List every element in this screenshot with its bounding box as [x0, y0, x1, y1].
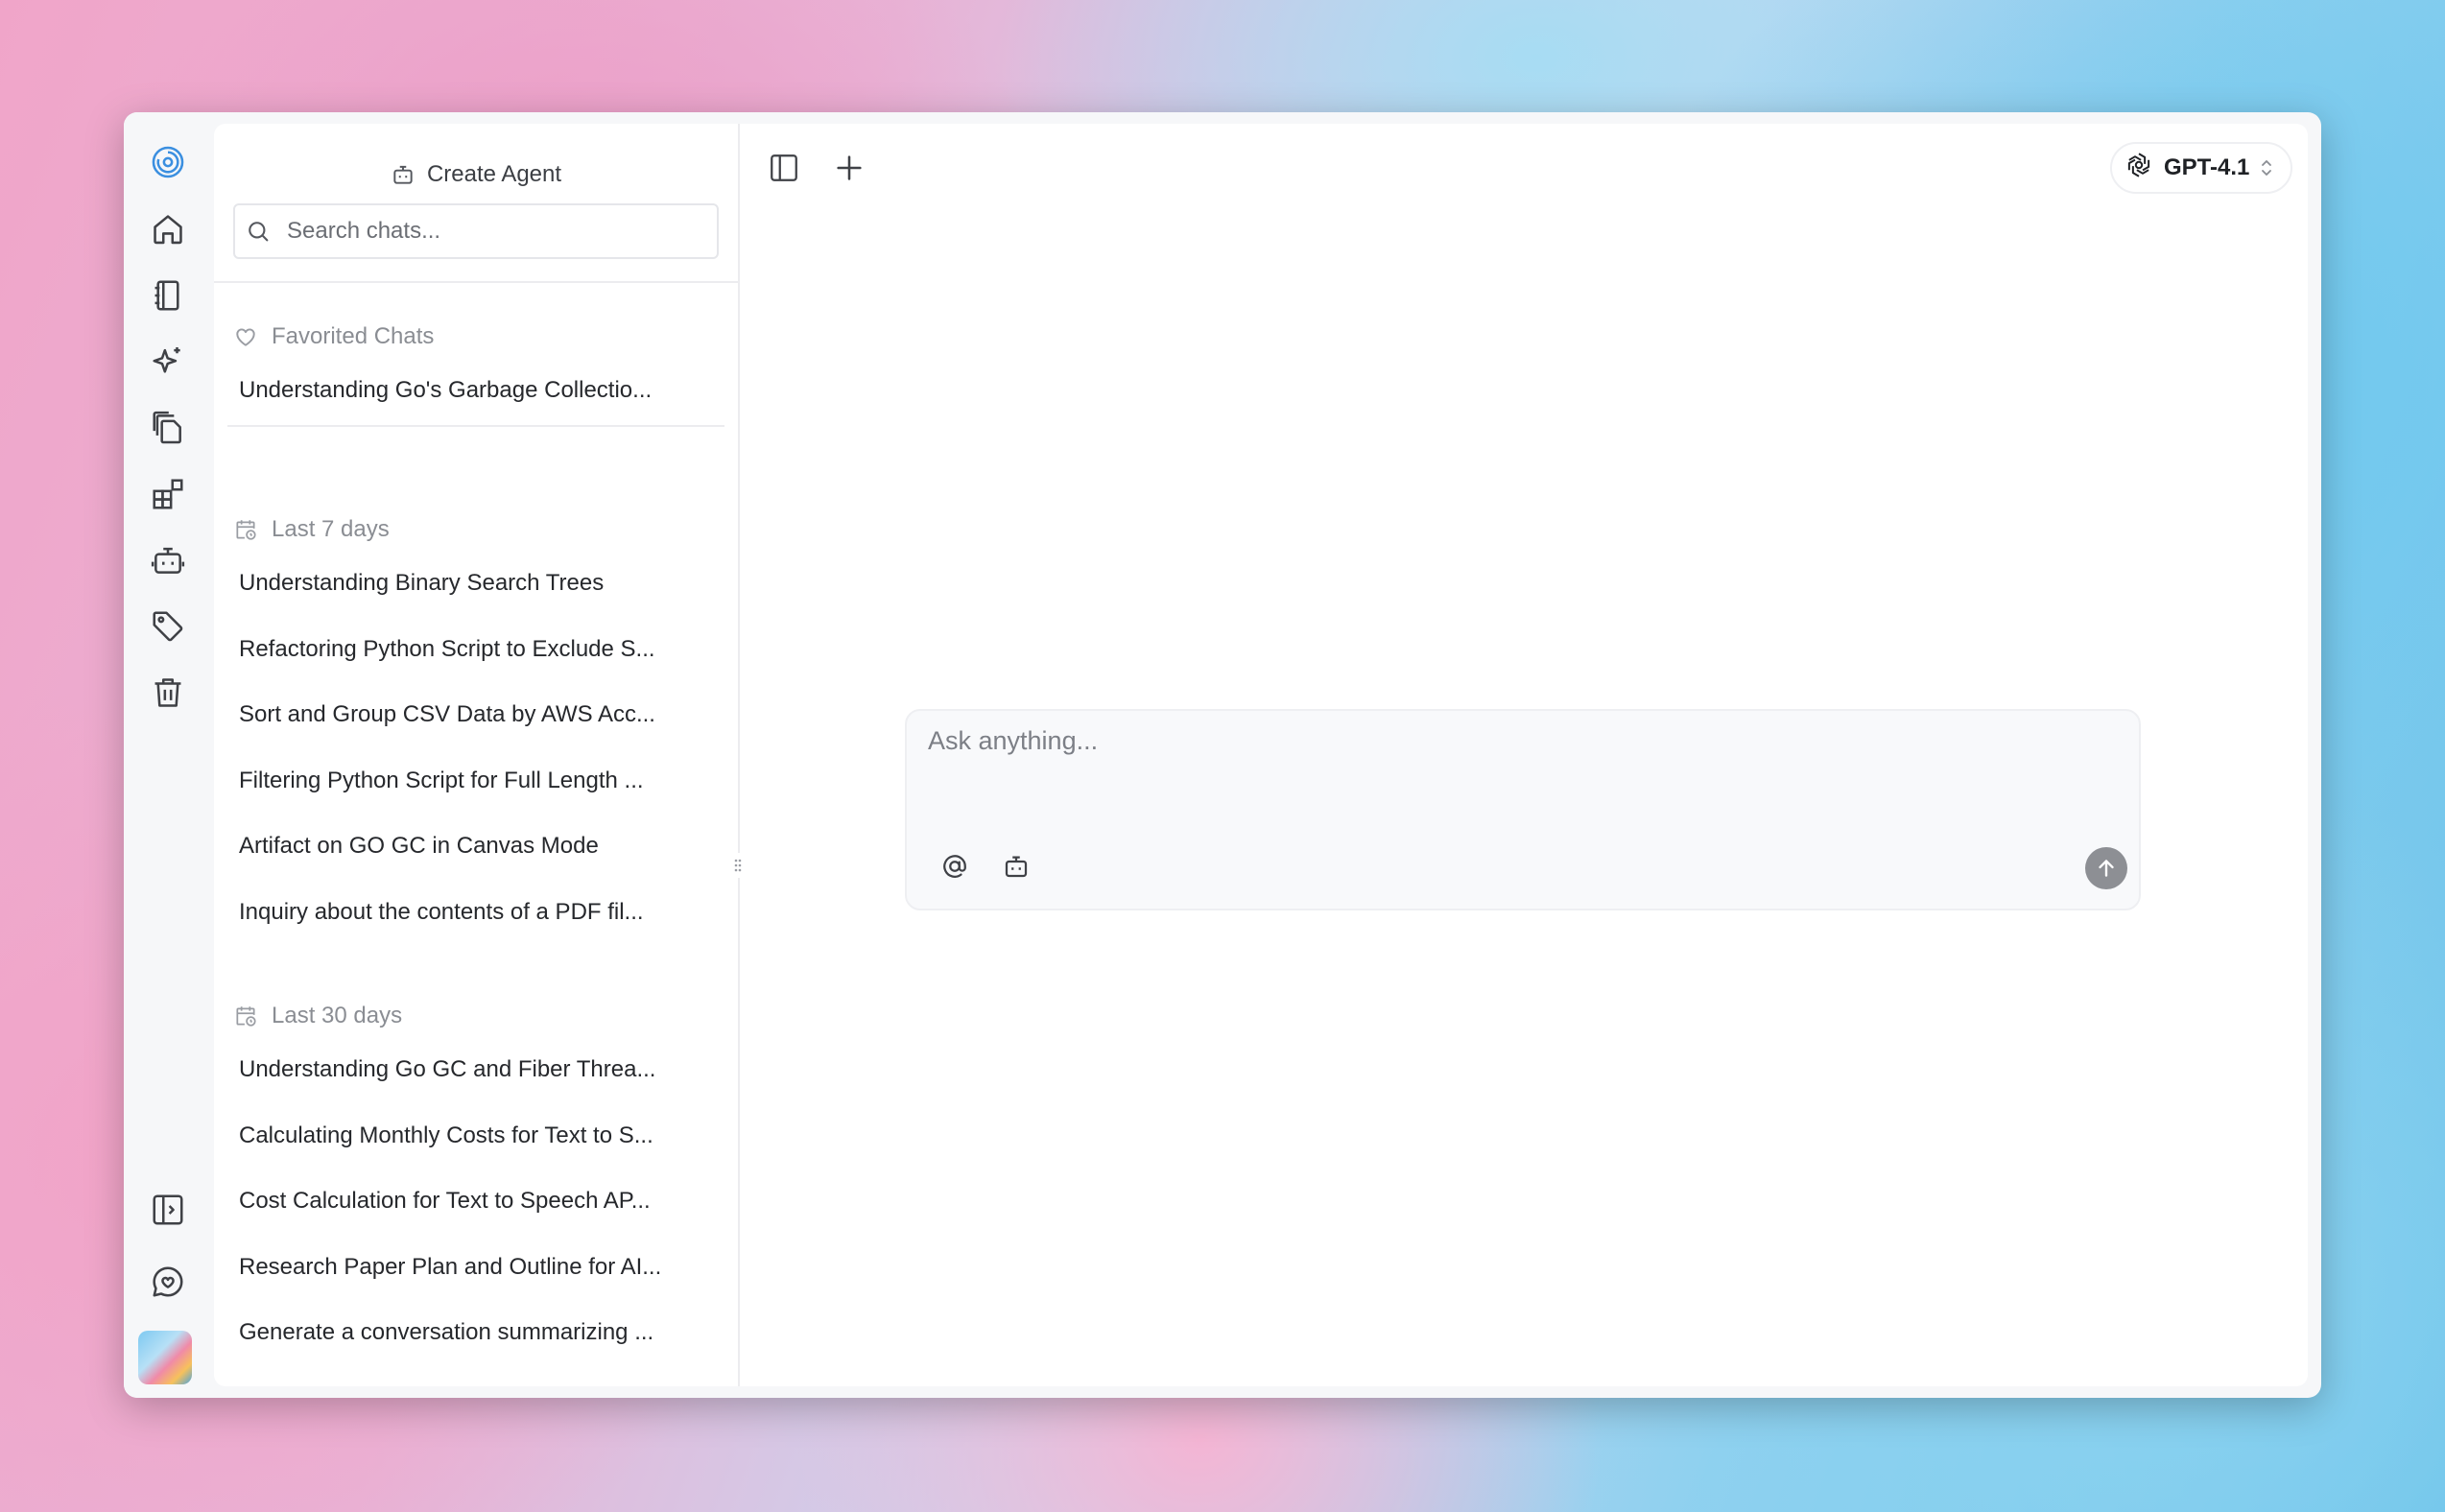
- app-window: Create Agent Favorited Chats Understandi…: [124, 112, 2321, 1398]
- app-logo-icon[interactable]: [143, 137, 193, 187]
- chat-main: GPT-4.1: [740, 124, 2308, 1386]
- chat-item[interactable]: Filtering Python Script for Full Length …: [239, 758, 719, 804]
- mention-button[interactable]: [934, 845, 976, 887]
- favorited-chats-header: Favorited Chats: [233, 318, 434, 356]
- search-icon: [249, 222, 269, 242]
- favorited-chat-item[interactable]: Understanding Go's Garbage Collectio...: [239, 367, 719, 413]
- at-sign-icon: [943, 855, 966, 878]
- home-icon[interactable]: [143, 204, 193, 254]
- chat-item[interactable]: Artifact on GO GC in Canvas Mode: [239, 823, 719, 869]
- apps-icon[interactable]: [143, 469, 193, 519]
- chat-item[interactable]: Sort and Group CSV Data by AWS Acc...: [239, 692, 719, 738]
- search-input[interactable]: [285, 217, 692, 246]
- chat-item[interactable]: Refactoring Python Script to Exclude S..…: [239, 626, 719, 673]
- sidebar-toggle-icon: [771, 154, 797, 181]
- model-name: GPT-4.1: [2164, 154, 2250, 180]
- favorites-divider: [227, 425, 724, 427]
- create-agent-button[interactable]: Create Agent: [214, 153, 738, 197]
- new-chat-button[interactable]: [828, 147, 870, 189]
- chat-item[interactable]: Generate a conversation summarizing ...: [239, 1310, 719, 1356]
- sidebar-divider: [214, 281, 738, 283]
- icon-rail: [124, 112, 214, 1398]
- create-agent-label: Create Agent: [426, 161, 562, 187]
- message-input[interactable]: [926, 724, 2120, 815]
- chat-item[interactable]: Understanding Binary Search Trees: [239, 560, 719, 606]
- message-composer: [905, 709, 2141, 910]
- arrow-up-icon: [2099, 860, 2114, 877]
- chat-sidebar: Create Agent Favorited Chats Understandi…: [214, 124, 740, 1386]
- notebook-icon[interactable]: [143, 271, 193, 320]
- calendar-clock-icon: [236, 520, 256, 540]
- chat-item[interactable]: Cost Calculation for Text to Speech AP..…: [239, 1178, 719, 1224]
- send-button[interactable]: [2085, 847, 2127, 889]
- heart-icon: [236, 328, 255, 346]
- toggle-sidebar-button[interactable]: [763, 147, 805, 189]
- trash-icon[interactable]: [143, 668, 193, 718]
- bot-icon: [1005, 856, 1028, 878]
- user-avatar[interactable]: [138, 1331, 192, 1384]
- model-selector[interactable]: GPT-4.1: [2110, 142, 2292, 194]
- chevron-updown-icon: [2262, 160, 2272, 176]
- last-30-days-header: Last 30 days: [233, 997, 402, 1035]
- openai-logo-icon: [2124, 150, 2154, 187]
- chat-item[interactable]: Inquiry about the contents of a PDF fil.…: [239, 889, 719, 935]
- agent-button[interactable]: [995, 845, 1037, 887]
- content-panel: Create Agent Favorited Chats Understandi…: [214, 124, 2308, 1386]
- bot-icon: [393, 165, 413, 184]
- calendar-clock-icon: [236, 1006, 256, 1027]
- plus-icon: [837, 155, 862, 180]
- tag-icon[interactable]: [143, 602, 193, 651]
- chat-item[interactable]: Understanding Go GC and Fiber Threa...: [239, 1047, 719, 1093]
- files-icon[interactable]: [143, 403, 193, 453]
- chat-heart-icon[interactable]: [143, 1257, 193, 1307]
- search-box: [233, 203, 719, 259]
- chat-item[interactable]: Research Paper Plan and Outline for AI..…: [239, 1244, 719, 1290]
- last-7-days-header: Last 7 days: [233, 510, 390, 549]
- sparkles-icon[interactable]: [143, 337, 193, 387]
- panel-expand-icon[interactable]: [143, 1185, 193, 1235]
- chat-item[interactable]: Calculating Monthly Costs for Text to S.…: [239, 1113, 719, 1159]
- bot-icon[interactable]: [143, 535, 193, 585]
